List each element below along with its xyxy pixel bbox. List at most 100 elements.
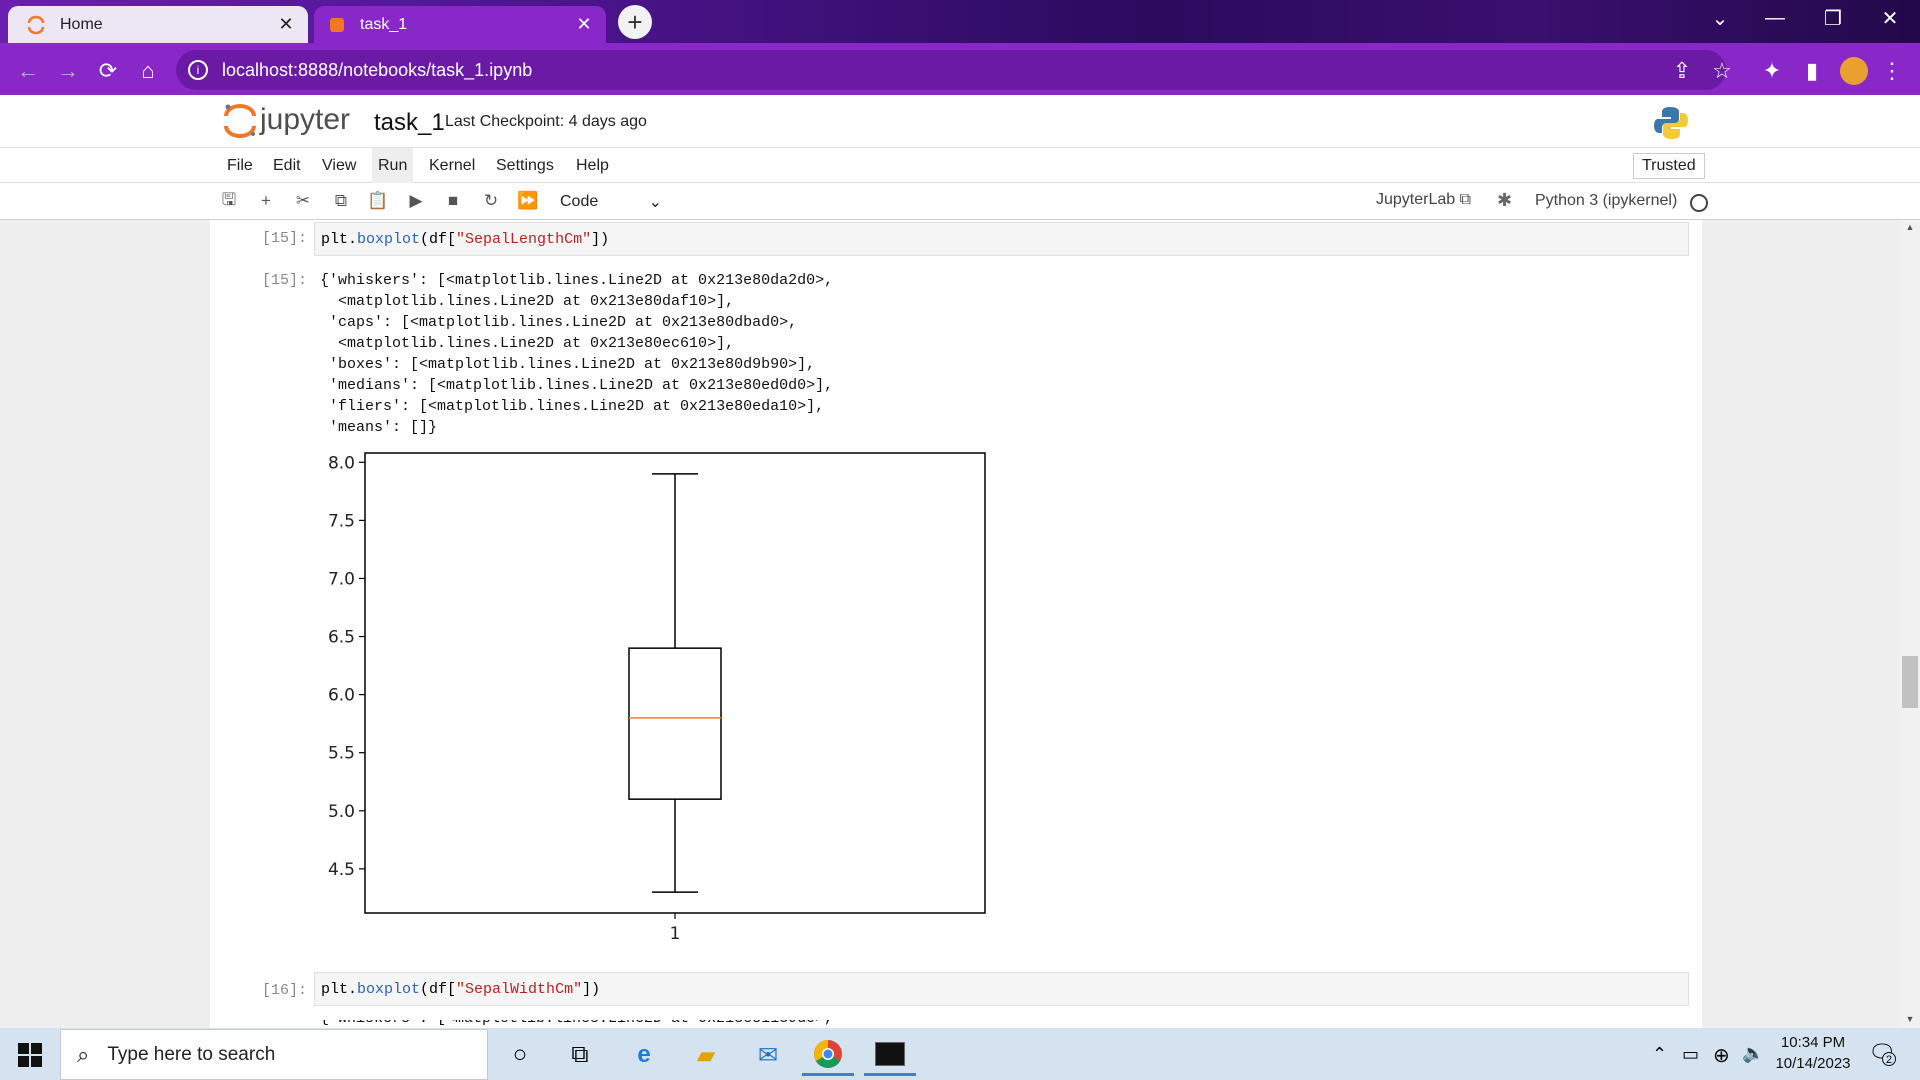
site-info-icon[interactable]: i (188, 60, 208, 80)
search-placeholder: Type here to search (107, 1043, 276, 1065)
menu-kernel[interactable]: Kernel (423, 148, 481, 183)
battery-icon[interactable]: ▭ (1682, 1044, 1699, 1065)
new-tab-button[interactable]: + (618, 5, 652, 39)
y-tick-label: 8.0 (328, 453, 355, 473)
run-icon[interactable]: ▶ (403, 188, 429, 214)
file-explorer-icon[interactable]: ▰ (680, 1034, 732, 1076)
mail-icon[interactable]: ✉ (742, 1034, 794, 1076)
copy-icon[interactable]: ⧉ (328, 188, 354, 214)
scroll-up-icon[interactable]: ▲ (1900, 222, 1920, 234)
jupyterlab-link[interactable]: JupyterLab ⧉ (1376, 191, 1471, 209)
side-panel-icon[interactable]: ▮ (1796, 57, 1828, 85)
profile-avatar[interactable] (1840, 57, 1868, 85)
notebook-scrollbar[interactable]: ▲ ▼ (1900, 220, 1920, 1028)
scroll-down-icon[interactable]: ▼ (1900, 1014, 1920, 1026)
bookmark-star-icon[interactable]: ☆ (1706, 57, 1738, 85)
jupyterlab-link-label: JupyterLab (1376, 191, 1456, 208)
fast-forward-icon[interactable]: ⏩ (515, 188, 541, 214)
kernel-name[interactable]: Python 3 (ipykernel) (1535, 192, 1677, 210)
checkpoint-status: Last Checkpoint: 4 days ago (445, 113, 647, 130)
jupyter-favicon-icon (26, 15, 46, 35)
menu-help[interactable]: Help (570, 148, 615, 183)
edge-browser-icon[interactable]: e (618, 1034, 670, 1076)
forward-arrow-icon[interactable]: → (52, 57, 84, 85)
kernel-status-icon (1690, 194, 1708, 212)
jupyter-logo-icon[interactable] (222, 100, 258, 140)
close-window-button[interactable]: ✕ (1860, 0, 1920, 37)
tab-home[interactable]: Home ✕ (8, 6, 308, 43)
url-text: localhost:8888/notebooks/task_1.ipynb (222, 59, 533, 80)
home-icon[interactable]: ⌂ (132, 57, 164, 85)
code-string: "SepalLengthCm" (456, 230, 592, 248)
address-bar[interactable]: i localhost:8888/notebooks/task_1.ipynb (176, 50, 1726, 90)
code-cell-input[interactable]: plt. boxplot (df["SepalLengthCm"]) (314, 222, 1689, 256)
external-link-icon: ⧉ (1459, 191, 1472, 208)
cell-type-value: Code (560, 193, 599, 210)
code-text: (df[ (420, 980, 457, 998)
tab-search-icon[interactable]: ⌄ (1690, 0, 1750, 37)
code-string: "SepalWidthCm" (456, 980, 583, 998)
menu-file[interactable]: File (221, 148, 259, 183)
menu-run[interactable]: Run (372, 148, 414, 183)
code-text: plt. (321, 980, 358, 998)
minimize-button[interactable]: — (1745, 0, 1805, 37)
menu-settings[interactable]: Settings (490, 148, 560, 183)
menu-edit[interactable]: Edit (267, 148, 307, 183)
back-arrow-icon[interactable]: ← (12, 57, 44, 85)
y-tick-label: 7.0 (328, 569, 355, 589)
search-icon: ⌕ (77, 1041, 90, 1067)
code-text: (df[ (420, 230, 457, 248)
code-text: ]) (591, 230, 610, 248)
windows-start-icon[interactable] (18, 1043, 42, 1067)
restart-icon[interactable]: ↻ (478, 188, 504, 214)
volume-icon[interactable]: 🔈 (1742, 1043, 1764, 1064)
scrollbar-thumb[interactable] (1902, 656, 1918, 708)
input-prompt: [16]: (262, 982, 308, 999)
task-view-icon[interactable]: ⧉ (554, 1034, 606, 1076)
code-text: plt. (321, 230, 358, 248)
code-text: ]) (582, 980, 601, 998)
clock-time: 10:34 PM (1780, 1034, 1846, 1051)
cut-icon[interactable]: ✂ (290, 188, 316, 214)
cortana-icon[interactable]: ○ (494, 1034, 546, 1076)
taskbar-clock[interactable]: 10:34 PM 10/14/2023 (1772, 1034, 1854, 1072)
chrome-icon[interactable] (802, 1034, 854, 1076)
trusted-badge[interactable]: Trusted (1633, 153, 1705, 179)
debugger-bug-icon[interactable]: ✱ (1497, 190, 1512, 211)
stop-icon[interactable]: ■ (440, 188, 466, 214)
close-tab-icon[interactable]: ✕ (572, 13, 596, 37)
cell-type-select[interactable]: Code ⌄ (560, 188, 662, 216)
restore-button[interactable]: ❐ (1803, 0, 1863, 37)
y-tick-label: 5.0 (328, 802, 355, 822)
network-globe-icon[interactable]: ⊕ (1713, 1043, 1730, 1068)
close-tab-icon[interactable]: ✕ (274, 13, 298, 37)
clock-date: 10/14/2023 (1775, 1055, 1851, 1072)
chrome-menu-icon[interactable]: ⋮ (1876, 57, 1908, 85)
code-cell-input[interactable]: plt. boxplot (df["SepalWidthCm"]) (314, 972, 1689, 1006)
notebook-name[interactable]: task_1 (374, 109, 445, 137)
y-tick-label: 6.5 (328, 628, 355, 648)
y-tick-label: 5.5 (328, 744, 355, 764)
tab-task-1[interactable]: task_1 ✕ (314, 6, 606, 43)
show-hidden-icons-chevron-icon[interactable]: ⌃ (1652, 1044, 1667, 1065)
y-tick-label: 7.5 (328, 511, 355, 531)
extensions-icon[interactable]: ✦ (1756, 57, 1788, 85)
tab-title: Home (60, 15, 103, 33)
jupyter-logo-text: jupyter (260, 103, 351, 136)
notebook-favicon-icon (328, 16, 346, 34)
terminal-icon[interactable] (864, 1034, 916, 1076)
y-tick-label: 6.0 (328, 686, 355, 706)
output-prompt: [15]: (262, 272, 308, 289)
save-icon[interactable]: 🖫 (216, 188, 242, 214)
share-icon[interactable]: ⇪ (1666, 57, 1698, 85)
add-cell-icon[interactable]: + (253, 188, 279, 214)
code-function: boxplot (357, 980, 421, 998)
taskbar-search-box[interactable]: ⌕ Type here to search (60, 1029, 488, 1080)
chevron-down-icon: ⌄ (648, 194, 662, 211)
y-tick-label: 4.5 (328, 860, 355, 880)
boxplot-chart: 4.5 5.0 5.5 6.0 6.5 7.0 7.5 8.0 1 (328, 452, 986, 944)
menu-view[interactable]: View (316, 148, 362, 183)
paste-icon[interactable]: 📋 (365, 188, 391, 214)
notification-center-icon[interactable]: 🗨 2 (1868, 1040, 1898, 1070)
reload-icon[interactable]: ⟳ (92, 57, 124, 85)
